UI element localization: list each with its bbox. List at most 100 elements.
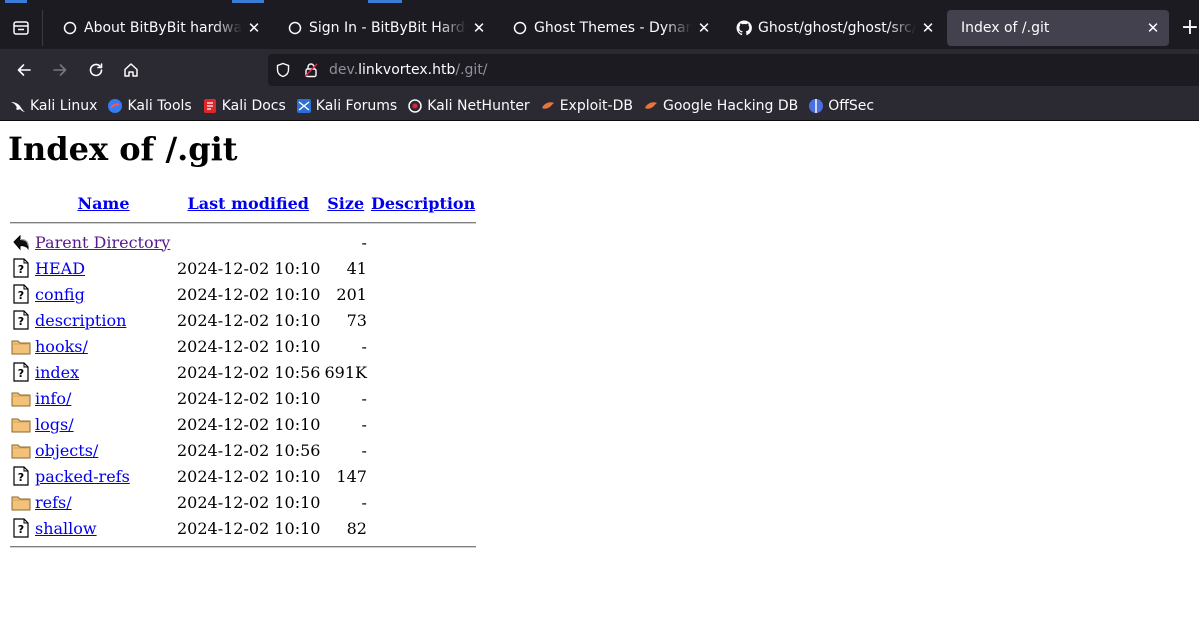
github-icon: [736, 20, 752, 36]
kali-dragon-icon: [10, 98, 26, 114]
svg-text:?: ?: [18, 471, 24, 484]
bookmark-google-hacking-db[interactable]: Google Hacking DB: [643, 98, 798, 114]
entry-link[interactable]: logs/: [35, 415, 74, 434]
close-icon[interactable]: ✕: [242, 16, 266, 40]
table-row: objects/2024-12-02 10:56 -: [10, 438, 476, 462]
description-cell: [370, 360, 476, 384]
description-cell: [370, 516, 476, 540]
size-cell: -: [361, 336, 367, 356]
svg-text:?: ?: [18, 367, 24, 380]
entry-link[interactable]: index: [35, 363, 79, 382]
size-cell: 82: [346, 518, 367, 538]
icon-cell: [10, 386, 32, 410]
entry-link[interactable]: shallow: [35, 519, 97, 538]
header-rule-row: [10, 218, 477, 228]
folder-icon: [11, 414, 31, 434]
bookmark-offsec[interactable]: OffSec: [808, 98, 874, 114]
modified-cell: [175, 230, 321, 254]
tab-title: About BitByBit hardware: [84, 20, 242, 36]
tab-index-git[interactable]: Index of /.git ✕: [947, 10, 1169, 46]
modified-cell: 2024-12-02 10:10: [177, 310, 321, 330]
sort-by-name-link[interactable]: Name: [77, 194, 129, 213]
tab-sign-in[interactable]: Sign In - BitByBit Hardware ✕: [273, 10, 495, 46]
divider: [10, 546, 477, 548]
icon-cell: [10, 334, 32, 358]
description-cell: [370, 386, 476, 410]
close-icon[interactable]: ✕: [467, 16, 491, 40]
entry-link[interactable]: info/: [35, 389, 71, 408]
bookmark-kali-nethunter[interactable]: Kali NetHunter: [407, 98, 530, 114]
bookmark-kali-docs[interactable]: Kali Docs: [202, 98, 286, 114]
unknown-file-icon: ?: [11, 258, 31, 278]
table-row: logs/2024-12-02 10:10 -: [10, 412, 476, 436]
folder-icon: [11, 492, 31, 512]
forward-button[interactable]: [44, 54, 76, 86]
entry-link[interactable]: HEAD: [35, 259, 85, 278]
svg-text:?: ?: [18, 263, 24, 276]
unknown-file-icon: ?: [11, 284, 31, 304]
back-button[interactable]: [8, 54, 40, 86]
entry-link[interactable]: refs/: [35, 493, 72, 512]
name-cell: HEAD: [34, 256, 173, 280]
name-cell: shallow: [34, 516, 173, 540]
icon-column-header: [10, 190, 32, 216]
footer-rule-row: [10, 542, 477, 552]
bookmark-label: OffSec: [828, 97, 875, 114]
svg-text:?: ?: [18, 315, 24, 328]
icon-cell: [10, 412, 32, 436]
close-icon[interactable]: ✕: [692, 16, 716, 40]
sort-by-description-link[interactable]: Description: [371, 194, 475, 213]
table-row: ? HEAD 2024-12-02 10:10 41: [10, 256, 476, 280]
sort-by-size-link[interactable]: Size: [327, 194, 364, 213]
icon-cell: [10, 490, 32, 514]
shield-icon[interactable]: [275, 62, 291, 78]
url-text[interactable]: dev.linkvortex.htb/.git/: [329, 62, 488, 78]
nethunter-icon: [407, 98, 423, 114]
reload-button[interactable]: [80, 54, 112, 86]
entry-link[interactable]: config: [35, 285, 85, 304]
sort-by-modified-link[interactable]: Last modified: [188, 194, 309, 213]
parent-directory-link[interactable]: Parent Directory: [35, 233, 170, 252]
size-cell: -: [361, 232, 367, 252]
tab-about-bitbybit[interactable]: About BitByBit hardware ✕: [48, 10, 270, 46]
parent-directory-row: Parent Directory -: [10, 230, 476, 254]
close-icon[interactable]: ✕: [916, 16, 940, 40]
tab-github-ghost[interactable]: Ghost/ghost/ghost/src/core ✕: [722, 10, 944, 46]
size-cell: -: [361, 414, 367, 434]
tab-list-button[interactable]: [0, 6, 42, 49]
icon-cell: ?: [10, 308, 32, 332]
bookmark-exploit-db[interactable]: Exploit-DB: [540, 98, 633, 114]
tab-list-icon: [13, 20, 29, 35]
home-button[interactable]: [115, 54, 147, 86]
description-cell: [370, 282, 476, 306]
table-row: ? description 2024-12-02 10:10 73: [10, 308, 476, 332]
description-cell: [370, 334, 476, 358]
name-cell: packed-refs: [34, 464, 173, 488]
table-row: ? packed-refs 2024-12-02 10:10 147: [10, 464, 476, 488]
exploit-db-icon: [540, 98, 556, 114]
new-tab-button[interactable]: +: [1176, 13, 1199, 41]
globe-icon: [512, 20, 528, 36]
name-cell: refs/: [34, 490, 173, 514]
entry-link[interactable]: hooks/: [35, 337, 88, 356]
url-subdomain: dev.: [329, 62, 359, 78]
bookmark-kali-linux[interactable]: Kali Linux: [10, 98, 97, 114]
entry-link[interactable]: objects/: [35, 441, 98, 460]
tab-title: Ghost Themes - Dynamic: [534, 20, 692, 36]
size-cell: 41: [346, 258, 367, 278]
bookmark-kali-forums[interactable]: Kali Forums: [296, 98, 397, 114]
url-bar[interactable]: dev.linkvortex.htb/.git/: [268, 54, 1199, 86]
unknown-file-icon: ?: [11, 362, 31, 382]
tab-ghost-themes[interactable]: Ghost Themes - Dynamic ✕: [498, 10, 720, 46]
bookmark-kali-tools[interactable]: Kali Tools: [107, 98, 192, 114]
offsec-icon: [808, 98, 824, 114]
size-cell: 73: [346, 310, 367, 330]
name-cell: hooks/: [34, 334, 173, 358]
lock-icon[interactable]: [303, 62, 319, 78]
kali-tools-icon: [107, 98, 123, 114]
icon-cell: ?: [10, 360, 32, 384]
entry-link[interactable]: description: [35, 311, 126, 330]
entry-link[interactable]: packed-refs: [35, 467, 130, 486]
icon-cell: ?: [10, 464, 32, 488]
close-icon[interactable]: ✕: [1141, 16, 1165, 40]
